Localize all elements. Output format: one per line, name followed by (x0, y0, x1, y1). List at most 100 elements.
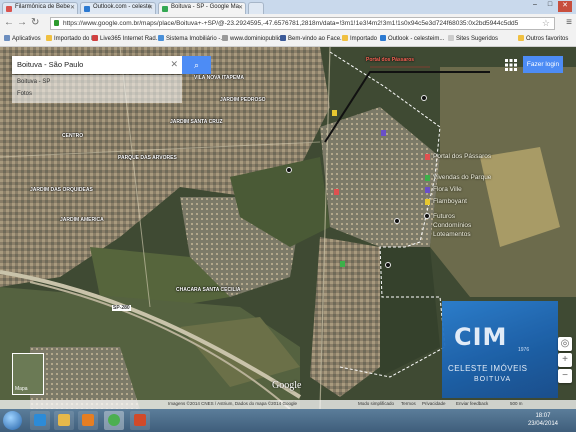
tab-close-icon[interactable]: ✕ (70, 4, 75, 11)
highway-label: SP-280 (112, 305, 131, 311)
map-marker-black[interactable] (286, 167, 292, 173)
new-tab-button[interactable] (248, 2, 264, 14)
legend-marker-red (425, 154, 430, 160)
map-footer: Imagens ©2014 CNES / Astrium, Dados do m… (0, 400, 576, 409)
bookmark-folder[interactable]: Importado do IE (46, 35, 97, 42)
signin-button[interactable]: Fazer login (523, 56, 563, 73)
map-layer-toggle[interactable]: Mapa (12, 353, 44, 395)
map-marker-green[interactable] (340, 261, 345, 267)
legend-label: Vivendas do Parque (433, 174, 492, 181)
legend-marker-green (425, 175, 430, 181)
photos-link[interactable]: Fotos (17, 91, 32, 97)
bookmark-folder[interactable]: Outros favoritos (518, 35, 568, 42)
legend-marker-yellow (425, 199, 430, 205)
browser-tabbar: Filarmônica de Bebe ✕ Outlook.com - cele… (0, 0, 576, 14)
feedback-link[interactable]: Enviar feedback (456, 401, 488, 406)
taskbar: 18:07 23/04/2014 (0, 409, 576, 432)
bookmark-folder[interactable]: Importado (342, 35, 377, 42)
clock-time: 18:07 (535, 413, 551, 419)
tab-close-icon[interactable]: ✕ (148, 4, 153, 11)
legend-label: Condomínios (433, 222, 472, 229)
privacy-link[interactable]: Privacidade (422, 401, 446, 406)
start-button[interactable] (3, 411, 22, 430)
tab-close-icon[interactable]: ✕ (238, 4, 243, 11)
map-label: JARDIM DAS ORQUIDEAS (30, 187, 93, 193)
legend-label: Futuros (433, 213, 456, 220)
address-bar[interactable]: https://www.google.com.br/maps/place/Boi… (50, 17, 555, 30)
chrome-icon (108, 414, 120, 426)
clock-date: 23/04/2014 (527, 421, 558, 427)
back-icon[interactable]: ← (4, 17, 14, 28)
taskbar-chrome[interactable] (104, 411, 124, 430)
legend-label: Portal dos Pássaros (433, 153, 492, 160)
place-subtitle[interactable]: Boituva - SP (17, 79, 50, 85)
legend-marker-black (424, 213, 430, 219)
taskbar-explorer[interactable] (54, 411, 74, 430)
bookmark-star-icon[interactable]: ☆ (542, 18, 550, 29)
simplified-mode-link[interactable]: Modo simplificado (358, 401, 394, 406)
minimize-button[interactable]: – (528, 1, 542, 12)
map-label: JARDIM PEDROSO (220, 97, 266, 103)
map-label: CHACARA SANTA CECILIA (176, 287, 241, 293)
folder-icon (46, 35, 52, 41)
ie-icon (34, 414, 46, 426)
search-input[interactable]: Boituva - São Paulo ✕ (12, 56, 182, 74)
folder-icon (342, 35, 348, 41)
explorer-icon (58, 414, 70, 426)
map-label: PARQUE DAS ARVORES (118, 155, 177, 161)
tab-google-maps[interactable]: Boituva - SP - Google Ma ✕ (158, 2, 246, 14)
legend-label: Loteamentos (433, 231, 471, 238)
taskbar-media[interactable] (78, 411, 98, 430)
map-marker-black[interactable] (421, 95, 427, 101)
tab-favicon-icon (6, 6, 12, 12)
page-icon (448, 35, 454, 41)
bookmark-link[interactable]: Sites Sugeridos (448, 35, 498, 42)
live365-icon (92, 35, 98, 41)
browser-toolbar: ← → ↻ https://www.google.com.br/maps/pla… (0, 14, 576, 34)
search-button[interactable]: ⌕ (182, 56, 211, 74)
terms-link[interactable]: Termos (401, 401, 416, 406)
taskbar-ie[interactable] (30, 411, 50, 430)
my-location-button[interactable]: ◎ (558, 337, 572, 351)
legend-label: Flamboyant (433, 198, 467, 205)
map-label: CENTRO (62, 133, 84, 139)
page-icon (222, 35, 228, 41)
legend-marker-purple (425, 187, 430, 193)
apps-grid-icon[interactable] (505, 59, 517, 71)
apps-icon (4, 35, 10, 41)
forward-icon[interactable]: → (17, 17, 27, 28)
bookmark-link[interactable]: Bem-vindo ao Face... (280, 35, 345, 42)
bookmark-apps[interactable]: Aplicativos (4, 35, 41, 42)
url-text: https://www.google.com.br/maps/place/Boi… (63, 20, 519, 27)
tab-favicon-icon (84, 6, 90, 12)
taskbar-office[interactable] (130, 411, 150, 430)
close-window-button[interactable]: ✕ (558, 1, 572, 12)
tab-outlook[interactable]: Outlook.com - celeste ✕ (80, 2, 156, 14)
bookmark-link[interactable]: Sistema Imobiliário -... (158, 35, 225, 42)
search-value: Boituva - São Paulo (17, 60, 84, 69)
office-icon (134, 414, 146, 426)
logo-year: 1976 (518, 347, 530, 353)
bookmark-link[interactable]: www.dominiopublic... (222, 35, 286, 42)
map-marker-red[interactable] (334, 189, 339, 195)
satellite-map[interactable]: VILA NOVA ITAPEMA JARDIM PEDROSO JARDIM … (0, 47, 576, 409)
system-clock[interactable]: 18:07 23/04/2014 (528, 412, 558, 428)
facebook-icon (280, 35, 286, 41)
map-marker-purple[interactable] (381, 130, 386, 136)
logo-name: CELESTE IMÓVEIS (448, 364, 528, 373)
browser-menu-icon[interactable]: ≡ (566, 17, 572, 28)
reload-icon[interactable]: ↻ (31, 17, 39, 28)
site-icon (158, 35, 164, 41)
zoom-in-button[interactable]: + (558, 353, 572, 367)
zoom-out-button[interactable]: − (558, 369, 572, 383)
map-marker-black[interactable] (394, 218, 400, 224)
map-marker-yellow[interactable] (332, 110, 337, 116)
clear-search-icon[interactable]: ✕ (170, 59, 178, 70)
map-label: JARDIM AMERICA (60, 217, 104, 223)
lock-icon (54, 20, 59, 26)
map-marker-black[interactable] (385, 262, 391, 268)
bookmark-link[interactable]: Outlook - celesteim... (380, 35, 444, 42)
bookmark-link[interactable]: Live365 Internet Rad... (92, 35, 161, 42)
tab-filarmonica[interactable]: Filarmônica de Bebe ✕ (2, 2, 78, 14)
maximize-button[interactable]: □ (543, 1, 557, 12)
